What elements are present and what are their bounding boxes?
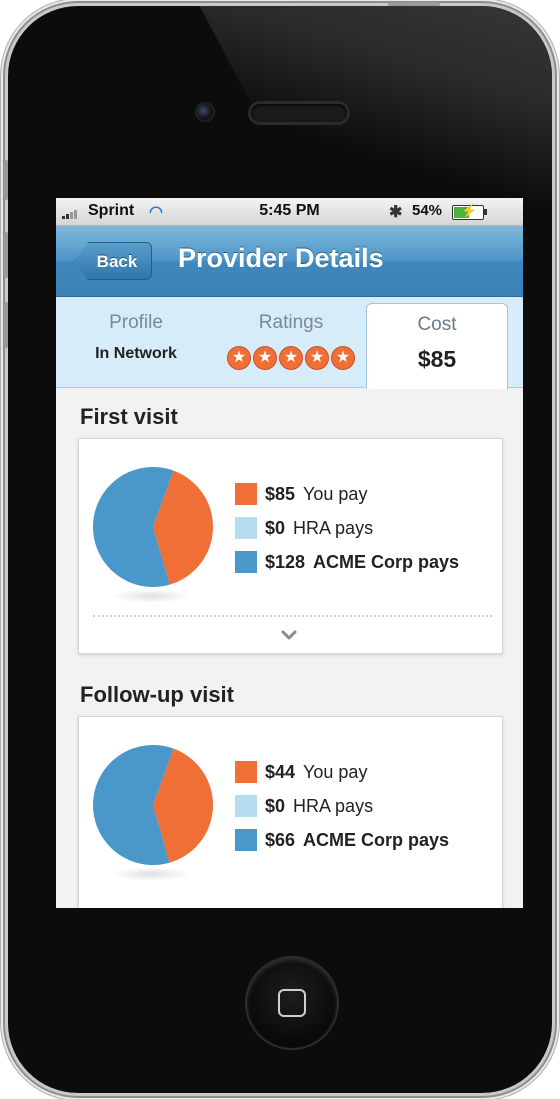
cost-card-first-visit: $85 You pay $0 HRA pays $128 ACME Corp p… — [78, 438, 503, 654]
home-square-icon — [278, 989, 306, 1017]
cost-value: $85 — [417, 346, 457, 372]
legend-amount: $44 — [265, 761, 296, 782]
cost-legend: $85 You pay $0 HRA pays $128 ACME Corp p… — [235, 477, 459, 579]
legend-amount: $66 — [265, 829, 296, 850]
legend-item-employer-pays: $128 ACME Corp pays — [235, 545, 459, 579]
pie-shadow — [111, 867, 191, 881]
segment-tabs: Profile In Network Ratings ★ ★ ★ ★ ★ Cost $8… — [56, 297, 523, 389]
legend-swatch — [235, 483, 257, 505]
front-camera — [197, 104, 213, 120]
legend-label: You pay — [303, 483, 368, 504]
volume-up-button[interactable] — [4, 232, 8, 278]
back-button[interactable]: Back — [74, 242, 152, 280]
legend-swatch — [235, 551, 257, 573]
legend-item-you-pay: $44 You pay — [235, 755, 449, 789]
tab-ratings-label: Ratings — [258, 312, 324, 333]
legend-label: ACME Corp pays — [313, 551, 460, 572]
legend-swatch — [235, 795, 257, 817]
legend-item-employer-pays: $66 ACME Corp pays — [235, 823, 449, 857]
tab-profile-label: Profile — [109, 312, 163, 333]
pie-shadow — [111, 589, 191, 603]
cost-breakdown: First visit $85 You pay $0 HRA pays $128 — [56, 404, 523, 908]
bluetooth-icon: ✱ — [389, 204, 403, 221]
tab-cost-label: Cost — [417, 314, 457, 335]
legend-swatch — [235, 829, 257, 851]
mute-switch[interactable] — [4, 160, 8, 200]
chevron-down-icon[interactable] — [279, 625, 299, 645]
home-button[interactable] — [247, 958, 337, 1048]
app-screen: Sprint ◠ 5:45 PM ✱ 54% ⚡ Back Provider D… — [56, 198, 523, 908]
cost-pie-chart — [93, 467, 213, 587]
legend-label: HRA pays — [293, 517, 374, 538]
battery-percent: 54% — [412, 202, 443, 219]
volume-down-button[interactable] — [4, 302, 8, 348]
legend-label: ACME Corp pays — [303, 829, 450, 850]
legend-amount: $85 — [265, 483, 296, 504]
legend-amount: $128 — [265, 551, 306, 572]
section-title-first-visit: First visit — [80, 404, 178, 429]
tab-cost[interactable]: Cost $85 — [366, 303, 508, 389]
cost-card-follow-up-visit: $44 You pay $0 HRA pays $66 ACME Corp pa… — [78, 716, 503, 908]
star-rating: ★ ★ ★ ★ ★ — [226, 346, 356, 370]
legend-label: HRA pays — [293, 795, 374, 816]
legend-item-hra-pays: $0 HRA pays — [235, 511, 459, 545]
star-icon: ★ — [253, 346, 277, 370]
legend-swatch — [235, 517, 257, 539]
page-title: Provider Details — [178, 243, 384, 273]
dotted-divider — [93, 615, 492, 617]
network-status: In Network — [95, 345, 177, 362]
star-icon: ★ — [305, 346, 329, 370]
section-title-follow-up-visit: Follow-up visit — [80, 682, 234, 707]
star-icon: ★ — [227, 346, 251, 370]
legend-swatch — [235, 761, 257, 783]
legend-amount: $0 — [265, 517, 286, 538]
legend-item-hra-pays: $0 HRA pays — [235, 789, 449, 823]
star-icon: ★ — [279, 346, 303, 370]
battery-icon: ⚡ — [452, 203, 487, 220]
legend-item-you-pay: $85 You pay — [235, 477, 459, 511]
star-icon: ★ — [331, 346, 355, 370]
status-bar: Sprint ◠ 5:45 PM ✱ 54% ⚡ — [56, 198, 523, 226]
cost-pie-chart — [92, 745, 213, 865]
legend-amount: $0 — [265, 795, 286, 816]
earpiece-speaker — [251, 104, 347, 122]
tab-profile[interactable]: Profile In Network — [56, 297, 216, 387]
cost-legend: $44 You pay $0 HRA pays $66 ACME Corp pa… — [235, 755, 449, 857]
power-button[interactable] — [388, 2, 440, 6]
tab-ratings[interactable]: Ratings ★ ★ ★ ★ ★ — [216, 297, 366, 387]
navigation-bar: Back Provider Details — [56, 226, 523, 297]
legend-label: You pay — [303, 761, 368, 782]
